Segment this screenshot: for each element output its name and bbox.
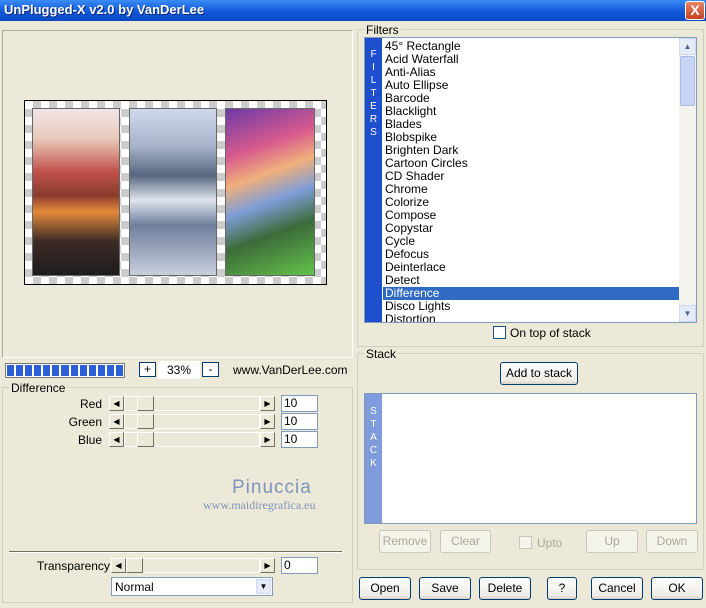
filter-items[interactable]: 45° Rectangle Acid Waterfall Anti-Alias Aut… bbox=[383, 40, 679, 323]
transparency-label: Transparency bbox=[37, 559, 110, 573]
blend-mode-select[interactable]: Normal ▼ bbox=[111, 577, 273, 596]
blue-increase-arrow[interactable]: ▶ bbox=[260, 432, 275, 447]
blue-label: Blue bbox=[77, 433, 102, 447]
filter-list[interactable]: FILTERS 45° Rectangle Acid Waterfall Anti-… bbox=[364, 37, 697, 323]
stack-list[interactable]: STACK bbox=[364, 393, 697, 524]
filter-item[interactable]: Deinterlace bbox=[383, 261, 679, 274]
blue-slider-thumb[interactable] bbox=[137, 432, 154, 447]
red-label: Red bbox=[79, 397, 102, 411]
stack-group-label: Stack bbox=[364, 347, 399, 361]
add-to-stack-button[interactable]: Add to stack bbox=[500, 362, 578, 385]
scroll-thumb[interactable] bbox=[680, 56, 695, 106]
watermark-name: Pinuccia bbox=[232, 477, 312, 498]
blend-mode-value: Normal bbox=[115, 580, 154, 594]
filter-item[interactable]: Copystar bbox=[383, 222, 679, 235]
red-value-input[interactable]: 10 bbox=[281, 395, 318, 412]
red-decrease-arrow[interactable]: ◀ bbox=[109, 396, 124, 411]
preview-image bbox=[24, 100, 327, 285]
clear-button[interactable]: Clear bbox=[440, 530, 491, 553]
preview-panel-town bbox=[32, 108, 120, 276]
red-increase-arrow[interactable]: ▶ bbox=[260, 396, 275, 411]
blue-value-input[interactable]: 10 bbox=[281, 431, 318, 448]
render-progress-bar bbox=[5, 363, 125, 378]
filter-list-scrollbar[interactable]: ▲ ▼ bbox=[679, 38, 696, 322]
move-down-button[interactable]: Down bbox=[646, 530, 698, 553]
transparency-value-input[interactable]: 0 bbox=[281, 557, 318, 574]
remove-button[interactable]: Remove bbox=[379, 530, 431, 553]
green-value-input[interactable]: 10 bbox=[281, 413, 318, 430]
filter-item[interactable]: Distortion bbox=[383, 313, 679, 323]
red-slider-thumb[interactable] bbox=[137, 396, 154, 411]
separator bbox=[9, 551, 342, 553]
upto-label: Upto bbox=[537, 536, 563, 550]
transparency-slider-thumb[interactable] bbox=[126, 558, 143, 573]
transparency-slider-track[interactable] bbox=[126, 558, 260, 573]
watermark-url: www.maidiregrafica.eu bbox=[203, 498, 316, 512]
upto-checkbox[interactable] bbox=[519, 536, 532, 549]
zoom-in-button[interactable]: + bbox=[139, 362, 156, 377]
green-slider-thumb[interactable] bbox=[137, 414, 154, 429]
zoom-out-button[interactable]: - bbox=[202, 362, 219, 377]
ok-button[interactable]: OK bbox=[651, 577, 703, 600]
green-decrease-arrow[interactable]: ◀ bbox=[109, 414, 124, 429]
close-button[interactable]: X bbox=[685, 1, 705, 20]
website-link[interactable]: www.VanDerLee.com bbox=[233, 363, 348, 377]
transparency-decrease-arrow[interactable]: ◀ bbox=[111, 558, 126, 573]
green-label: Green bbox=[68, 415, 102, 429]
zoom-level: 33% bbox=[158, 361, 200, 379]
scroll-up-arrow[interactable]: ▲ bbox=[679, 38, 696, 55]
blue-decrease-arrow[interactable]: ◀ bbox=[109, 432, 124, 447]
green-increase-arrow[interactable]: ▶ bbox=[260, 414, 275, 429]
chevron-down-icon[interactable]: ▼ bbox=[256, 579, 271, 594]
window-title: UnPlugged-X v2.0 by VanDerLee bbox=[4, 2, 205, 17]
difference-group-label: Difference bbox=[9, 381, 68, 395]
cancel-button[interactable]: Cancel bbox=[591, 577, 643, 600]
move-up-button[interactable]: Up bbox=[586, 530, 638, 553]
save-button[interactable]: Save bbox=[419, 577, 471, 600]
help-button[interactable]: ? bbox=[547, 577, 577, 600]
scroll-down-arrow[interactable]: ▼ bbox=[679, 305, 696, 322]
filters-group-label: Filters bbox=[364, 23, 401, 37]
stack-vertical-label: STACK bbox=[365, 394, 382, 523]
on-top-of-stack-label: On top of stack bbox=[510, 326, 591, 340]
filter-item[interactable]: Blacklight bbox=[383, 105, 679, 118]
transparency-increase-arrow[interactable]: ▶ bbox=[260, 558, 275, 573]
delete-button[interactable]: Delete bbox=[479, 577, 531, 600]
on-top-of-stack-checkbox[interactable] bbox=[493, 326, 506, 339]
preview-panel-lake bbox=[129, 108, 217, 276]
open-button[interactable]: Open bbox=[359, 577, 411, 600]
preview-panel-mountains bbox=[225, 108, 315, 276]
filters-vertical-label: FILTERS bbox=[365, 38, 382, 322]
